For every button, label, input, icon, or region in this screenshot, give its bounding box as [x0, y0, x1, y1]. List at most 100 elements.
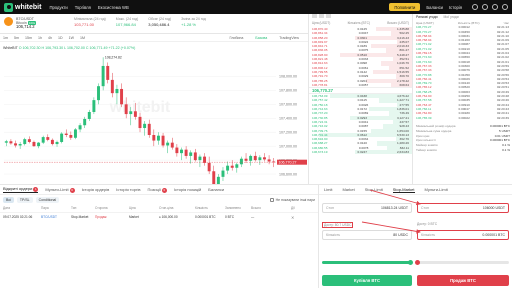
- interval-1h[interactable]: 1h: [38, 36, 42, 40]
- view-tradingview[interactable]: TradingView: [279, 36, 299, 40]
- tab-market[interactable]: Market: [342, 187, 354, 192]
- logo[interactable]: whitebit: [4, 2, 41, 12]
- tab-label: Мульти-Limit: [45, 186, 69, 192]
- sell-amount-field[interactable]: Кількість 0.000001 BTC: [417, 230, 509, 240]
- nav-history[interactable]: Історія: [449, 5, 462, 10]
- tab-multi-limit[interactable]: Мульти-Limit: [425, 187, 448, 192]
- interval-1d[interactable]: 1D: [58, 36, 63, 40]
- chart-toolbar: 1m 5m 15m 1h 4h 1D 1W 1M Глибина Базова …: [0, 34, 308, 42]
- checkbox[interactable]: [269, 197, 274, 202]
- globe-icon[interactable]: [492, 4, 498, 10]
- candle-body: [41, 137, 45, 143]
- hide-other-pairs[interactable]: Не показувати інші пари: [269, 197, 315, 202]
- candle-body: [221, 170, 225, 177]
- tab-market-trades[interactable]: Ринкові угоди: [416, 15, 437, 20]
- nav-trading[interactable]: Торгівля: [75, 5, 91, 10]
- candle-body: [23, 139, 27, 145]
- sell-amount-label: Кількість: [421, 233, 436, 237]
- book-mid-price: 106,770.27: [309, 87, 412, 95]
- candle-body: [133, 111, 137, 117]
- interval-1mo[interactable]: 1M: [80, 36, 85, 40]
- buy-slider-handle[interactable]: [408, 260, 413, 265]
- tab-trade-history[interactable]: Історія торгів: [116, 187, 140, 192]
- view-depth[interactable]: Глибина: [230, 36, 244, 40]
- view-basic[interactable]: Базова: [255, 36, 267, 40]
- buy-amount-field[interactable]: Кількість 80 USDC: [322, 230, 412, 240]
- candle-body: [147, 123, 151, 135]
- candle-body: [69, 134, 73, 138]
- y-tick-label: 107,600.00: [279, 103, 297, 107]
- y-tick-label: 108,000.00: [279, 75, 297, 79]
- candle-body: [97, 86, 100, 101]
- nav-products[interactable]: Продукти: [49, 5, 67, 10]
- y-tick-label: 107,200.00: [279, 131, 297, 135]
- y-tick-label: 107,400.00: [279, 117, 297, 121]
- order-side: Продаж: [95, 215, 107, 219]
- orders-filters: Всі TP/SL Conditional Не показувати інші…: [0, 195, 318, 204]
- candle-body: [258, 157, 262, 161]
- book-row[interactable]: 106,673.19 0.0247 2,634.83: [309, 150, 412, 155]
- sell-stop-field[interactable]: Стоп 106000 USDT: [417, 203, 509, 213]
- candle-body: [50, 139, 54, 145]
- candle-body: [166, 142, 170, 146]
- tab-stop-market[interactable]: Stop-Market: [392, 187, 415, 193]
- cancel-order-icon[interactable]: ✕: [291, 215, 311, 220]
- book-price: 106,673.19: [312, 150, 328, 155]
- candle-body: [46, 137, 50, 140]
- tab-stop-limit[interactable]: Stop-Limit: [365, 187, 383, 192]
- book-both-icon[interactable]: [312, 14, 317, 18]
- candle-body: [230, 165, 234, 168]
- candle-body: [37, 142, 41, 147]
- settings-icon[interactable]: [502, 4, 508, 10]
- candle-body: [18, 144, 22, 146]
- tab-balances[interactable]: Баланси: [208, 187, 224, 192]
- sell-slider-handle[interactable]: [415, 260, 420, 265]
- book-asks-icon[interactable]: [326, 14, 331, 18]
- ticker-stat-volume: Обсяг (24 год) 3,050,486.4: [148, 17, 171, 27]
- order-stop-price: ≤ 106,000.00: [159, 215, 178, 219]
- interval-1w[interactable]: 1W: [69, 36, 74, 40]
- pair-info-value: 0.1 %: [502, 147, 510, 152]
- book-header-price: Ціна (USDT): [312, 21, 331, 25]
- book-row[interactable]: 106,778.81 0.0057 608.64: [309, 82, 412, 88]
- tab-my-trades[interactable]: Мої угоди: [443, 15, 458, 20]
- candlestick-chart[interactable]: 108,000.00 107,800.00 107,600.00 107,400.00…: [0, 42, 308, 196]
- nav-balances[interactable]: Баланси: [426, 5, 443, 10]
- candle-body: [262, 157, 266, 160]
- nav-ecosystem[interactable]: Екосистема WB: [98, 5, 129, 10]
- tab-order-history[interactable]: Історія ордерів: [82, 187, 110, 192]
- bell-icon[interactable]: [482, 4, 488, 10]
- pair-selector[interactable]: BTC/USDT Bitcoin 100x 106,714.2: [4, 17, 74, 30]
- filter-tpsl[interactable]: TP/SL: [16, 196, 33, 203]
- candle-body: [198, 156, 202, 161]
- filter-all[interactable]: Всі: [3, 196, 14, 203]
- order-pair[interactable]: BTC/USDT: [41, 215, 71, 219]
- top-nav: whitebit Продукти Торгівля Екосистема WB…: [0, 0, 512, 14]
- tab-position-history[interactable]: Історія позицій: [174, 187, 201, 192]
- interval-15m[interactable]: 15m: [25, 36, 32, 40]
- trades-panel: Ринкові угоди Мої угоди Ціна (USDT) Кіль…: [412, 14, 512, 184]
- ticker-stat-high: Макс. (24 год) 107,966.84: [116, 17, 138, 27]
- deposit-button[interactable]: Поповнити: [389, 3, 421, 11]
- tab-limit[interactable]: Limit: [324, 187, 332, 192]
- tab-positions[interactable]: Позиції 0: [147, 187, 167, 193]
- interval-4h[interactable]: 4h: [48, 36, 52, 40]
- book-bids-icon[interactable]: [319, 14, 324, 18]
- buy-stop-field[interactable]: Стоп 106813.24 USDT: [322, 203, 412, 213]
- sell-amount-slider[interactable]: [417, 261, 509, 264]
- candle-body: [226, 165, 230, 171]
- max-price-label: 108,274.82: [105, 55, 122, 59]
- buy-button[interactable]: Купівля BTC: [322, 275, 412, 286]
- order-type-tabs: Limit Market Stop-Limit Stop-Market Муль…: [319, 185, 512, 195]
- buy-amount-slider[interactable]: [322, 261, 412, 264]
- interval-5m[interactable]: 5m: [14, 36, 19, 40]
- tab-multi-limit[interactable]: Мульти-Limit 0: [45, 186, 75, 193]
- tab-open-orders[interactable]: Відкриті ордери 1: [3, 186, 39, 193]
- chart-panel: 1m 5m 15m 1h 4h 1D 1W 1M Глибина Базова …: [0, 34, 308, 203]
- sell-button[interactable]: Продаж BTC: [417, 275, 509, 286]
- candle-body: [120, 88, 124, 105]
- col-date: Дата: [3, 206, 11, 210]
- interval-1m[interactable]: 1m: [3, 36, 8, 40]
- user-icon[interactable]: [472, 4, 478, 10]
- filter-conditional[interactable]: Conditional: [35, 196, 60, 203]
